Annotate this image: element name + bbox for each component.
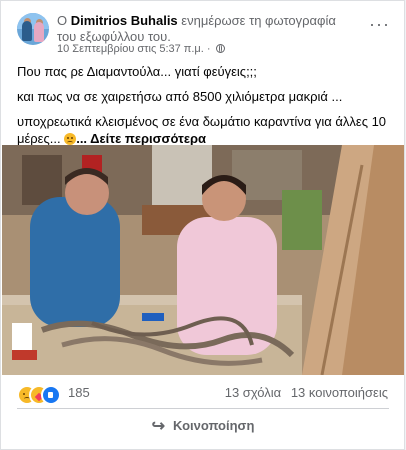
comments-count[interactable]: 13 σχόλια: [225, 385, 281, 400]
post-card: Ο Dimitrios Buhalis ενημέρωσε τη φωτογρα…: [0, 0, 405, 450]
see-more-link[interactable]: ... Δείτε περισσότερα: [76, 131, 206, 146]
divider: [17, 408, 389, 409]
post-meta: 10 Σεπτεμβρίου στις 5:37 π.μ. ·: [57, 43, 225, 56]
globe-icon[interactable]: [215, 44, 225, 53]
post-text: Που πας ρε Διαμαντούλα... γιατί φεύγεις;…: [17, 63, 392, 147]
share-button[interactable]: ↪ Κοινοποίηση: [1, 413, 405, 439]
shares-count[interactable]: 13 κοινοποιήσεις: [291, 385, 388, 400]
post-timestamp[interactable]: 10 Σεπτεμβρίου στις 5:37 π.μ.: [57, 43, 204, 55]
post-text-line-last: υποχρεωτικά κλεισμένος σε ένα δωμάτιο κα…: [17, 113, 392, 147]
reaction-count[interactable]: 185: [68, 385, 90, 401]
post-header: Ο Dimitrios Buhalis ενημέρωσε τη φωτογρα…: [1, 1, 405, 59]
share-arrow-icon: ↪: [151, 418, 166, 435]
post-headline: Ο Dimitrios Buhalis ενημέρωσε τη φωτογρα…: [57, 13, 357, 45]
like-icon: [41, 385, 61, 405]
sad-emoji-icon: [64, 133, 77, 145]
action-prefix: Ο: [57, 13, 68, 28]
post-stats: 13 σχόλια 13 κοινοποιήσεις: [225, 385, 388, 401]
post-text-line: και πως να σε χαιρετήσω από 8500 χιλιόμε…: [17, 89, 343, 104]
author-avatar[interactable]: [17, 13, 49, 45]
author-name[interactable]: Dimitrios Buhalis: [71, 13, 178, 28]
post-text-line: Που πας ρε Διαμαντούλα... γιατί φεύγεις;…: [17, 64, 257, 79]
share-label: Κοινοποίηση: [173, 418, 255, 433]
cover-photo[interactable]: [2, 145, 404, 375]
more-options-icon[interactable]: ···: [369, 15, 390, 33]
